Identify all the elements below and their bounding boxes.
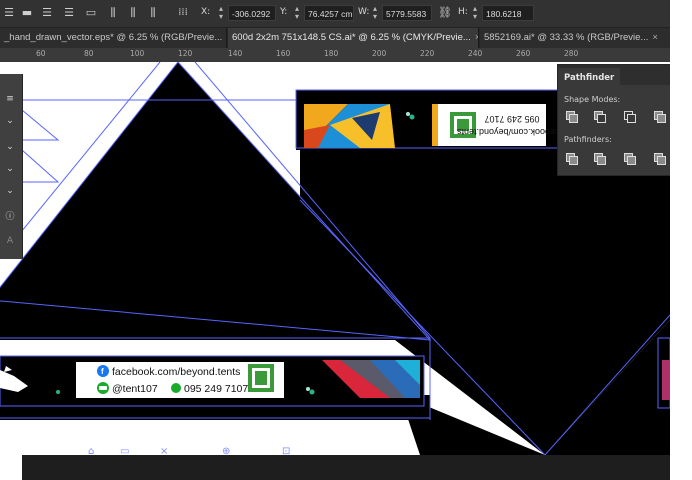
- align-center-icon[interactable]: ☰: [40, 6, 54, 20]
- tab-hand-drawn-vector[interactable]: _hand_drawn_vector.eps* @ 6.25 % (RGB/Pr…: [0, 28, 227, 48]
- anchor-point: [309, 389, 315, 395]
- ruler-tick: 240: [468, 49, 483, 58]
- svg-text:×: ×: [160, 446, 168, 455]
- align-top-icon[interactable]: ▬: [20, 6, 34, 20]
- ruler-tick: 200: [372, 49, 387, 58]
- distribute-spacing-icon[interactable]: ⫼: [146, 6, 160, 20]
- minus-front-icon[interactable]: [594, 111, 606, 123]
- pathfinders-label: Pathfinders:: [564, 135, 612, 144]
- menu-icon[interactable]: ≡: [2, 92, 18, 106]
- unite-icon[interactable]: [566, 111, 578, 123]
- x-field[interactable]: -306.0292 cm: [228, 5, 276, 35]
- close-icon[interactable]: ×: [652, 32, 658, 43]
- pathfinder-header: Pathfinder: [558, 65, 670, 88]
- ruler-tick: 220: [420, 49, 435, 58]
- tab-label: 5852169.ai* @ 33.33 % (RGB/Previe...: [484, 32, 649, 43]
- anchor-point: [409, 114, 415, 120]
- h-stepper[interactable]: ▴ ▾: [470, 5, 480, 21]
- w-field[interactable]: 5779.5583 c: [382, 5, 432, 35]
- text-style-icon[interactable]: A: [2, 234, 18, 248]
- align-left-icon[interactable]: ☰: [2, 6, 16, 20]
- chevron-down-icon[interactable]: ⌄: [2, 184, 18, 198]
- svg-text:▭: ▭: [120, 446, 129, 455]
- tab-label: _hand_drawn_vector.eps* @ 6.25 % (RGB/Pr…: [4, 32, 223, 43]
- shape-modes-label: Shape Modes:: [564, 95, 621, 104]
- y-stepper[interactable]: ▴ ▾: [292, 5, 302, 21]
- ruler-tick: 160: [276, 49, 291, 58]
- intersect-icon[interactable]: [624, 111, 636, 123]
- top-facebook-text: facebook.com/beyond.tents: [456, 127, 567, 137]
- svg-text:⊕: ⊕: [222, 446, 230, 455]
- ruler-tick: 60: [36, 49, 46, 58]
- ruler-tick: 140: [228, 49, 243, 58]
- line-handle-text: @tent107: [112, 383, 158, 395]
- ruler-tick: 280: [564, 49, 579, 58]
- ruler-tick: 100: [130, 49, 145, 58]
- facebook-text: facebook.com/beyond.tents: [112, 366, 240, 378]
- distribute-horizontal-icon[interactable]: ⫼: [106, 6, 120, 20]
- ruler-tick: 80: [84, 49, 94, 58]
- w-stepper[interactable]: ▴ ▾: [370, 5, 380, 21]
- phone-icon: [171, 383, 181, 393]
- svg-text:⊡: ⊡: [282, 446, 290, 455]
- tab-600d-cs[interactable]: 600d 2x2m 751x148.5 CS.ai* @ 6.25 % (CMY…: [228, 28, 479, 48]
- pathfinder-panel: Pathfinder Shape Modes: Pathfinders:: [557, 64, 670, 176]
- top-phone-text: 095 249 7107: [484, 114, 539, 124]
- window-shadow: [22, 455, 670, 480]
- control-bar: ☰ ▬ ☰ ☰ ▭ ⫼ ⫼ ⫼ ⁞⁞⁞ X: -306.0292 cm ▴▾ Y…: [0, 0, 670, 35]
- tab-label: 600d 2x2m 751x148.5 CS.ai* @ 6.25 % (CMY…: [232, 32, 471, 43]
- h-field[interactable]: 180.6218 cm: [482, 5, 534, 35]
- merge-icon[interactable]: [624, 153, 636, 165]
- crop-icon[interactable]: [654, 153, 666, 165]
- reference-point-icon[interactable]: ⁞⁞⁞: [176, 6, 190, 20]
- tab-pathfinder[interactable]: Pathfinder: [558, 68, 621, 88]
- ruler-tick: 260: [516, 49, 531, 58]
- svg-text:⌂: ⌂: [88, 446, 94, 455]
- anchor-point: [56, 390, 60, 394]
- chevron-down-icon[interactable]: ⌄: [2, 114, 18, 128]
- small-triangle: [21, 148, 60, 183]
- phone-text: 095 249 7107: [184, 383, 248, 395]
- exclude-icon[interactable]: [654, 111, 666, 123]
- banner-art: [432, 104, 438, 146]
- align-vertical-center-icon[interactable]: ☰: [62, 6, 76, 20]
- ruler-tick: 180: [324, 49, 339, 58]
- trim-icon[interactable]: [594, 153, 606, 165]
- illustrator-window: ☰ ▬ ☰ ☰ ▭ ⫼ ⫼ ⫼ ⁞⁞⁞ X: -306.0292 cm ▴▾ Y…: [0, 0, 670, 455]
- horizontal-ruler[interactable]: 60 80 100 120 140 160 180 200 220 240 26…: [0, 48, 670, 63]
- y-field[interactable]: 76.4257 cm: [304, 5, 354, 21]
- constrain-proportions-icon[interactable]: ⛓: [438, 6, 452, 20]
- h-label: H:: [458, 7, 468, 17]
- distribute-vertical-icon[interactable]: ⫼: [126, 6, 140, 20]
- ruler-tick: 120: [178, 49, 193, 58]
- x-stepper[interactable]: ▴ ▾: [216, 5, 226, 21]
- w-label: W:: [358, 7, 370, 17]
- close-icon[interactable]: ×: [475, 32, 478, 43]
- svg-text:f: f: [101, 367, 104, 376]
- chevron-down-icon[interactable]: ⌄: [2, 140, 18, 154]
- close-icon[interactable]: ×: [226, 32, 227, 43]
- tab-5852169[interactable]: 5852169.ai* @ 33.33 % (RGB/Previe... ×: [480, 28, 670, 48]
- character-panel-collapsed: ≡ ⌄ ⌄ ⌄ ⌄ ⓘ A: [0, 74, 23, 259]
- x-label: X:: [201, 7, 211, 17]
- small-triangle: [21, 108, 60, 141]
- align-bottom-icon[interactable]: ▭: [84, 6, 98, 20]
- document-tabs: _hand_drawn_vector.eps* @ 6.25 % (RGB/Pr…: [0, 28, 670, 48]
- divide-icon[interactable]: [566, 153, 578, 165]
- chevron-down-icon[interactable]: ⌄: [2, 162, 18, 176]
- info-icon[interactable]: ⓘ: [2, 210, 18, 224]
- y-label: Y:: [280, 7, 288, 17]
